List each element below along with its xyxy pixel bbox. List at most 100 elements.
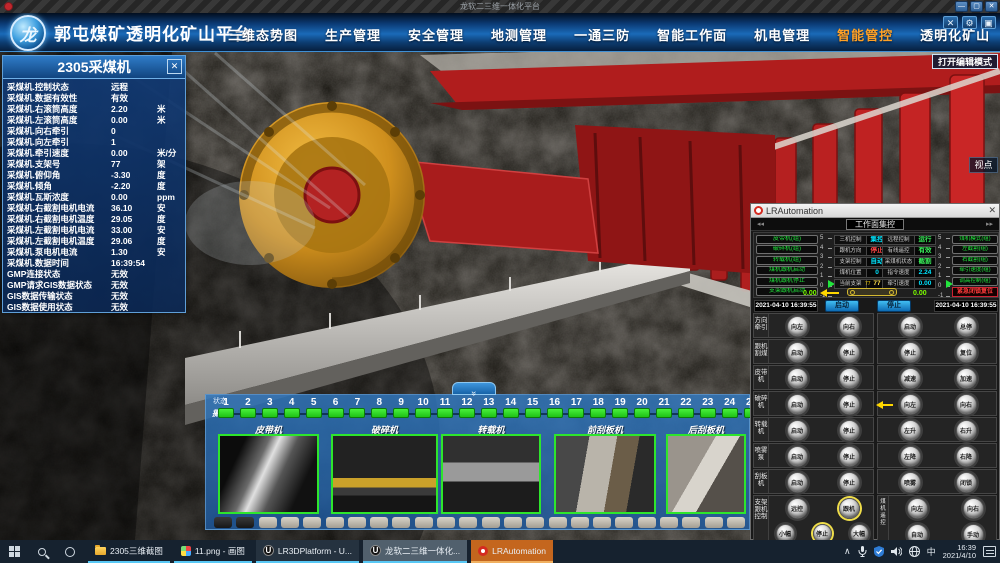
filmstrip-frame[interactable] xyxy=(415,517,433,528)
camera-thumbnail-3[interactable] xyxy=(441,434,541,514)
microphone-icon[interactable] xyxy=(858,546,867,557)
nav-item-一通三防[interactable]: 一通三防 xyxy=(574,25,630,44)
tray-clock[interactable]: 16:39 2021/4/10 xyxy=(943,544,976,560)
control-button-向右[interactable]: 向右 xyxy=(839,316,860,337)
maximize-button[interactable]: ▢ xyxy=(970,1,983,12)
camera-thumbnail-5[interactable] xyxy=(666,434,746,514)
nav-item-地测管理[interactable]: 地测管理 xyxy=(491,25,547,44)
control-button-启动[interactable]: 启动 xyxy=(787,394,808,415)
taskbar-app-LRAutomation[interactable]: LRAutomation xyxy=(471,540,553,563)
filmstrip-frame[interactable] xyxy=(236,517,254,528)
tab-scroll-right-icon[interactable]: ▸▸ xyxy=(986,220,993,228)
sequence-button[interactable]: 转载机(组) xyxy=(756,256,818,265)
filmstrip-frame[interactable] xyxy=(437,517,455,528)
control-button-减速[interactable]: 减速 xyxy=(900,368,921,389)
sequence-button[interactable]: 皮带机(组) xyxy=(756,235,818,244)
control-button-启动[interactable]: 启动 xyxy=(787,368,808,389)
camera-thumbnail-1[interactable] xyxy=(218,434,319,514)
filmstrip-frame[interactable] xyxy=(727,517,745,528)
filmstrip-frame[interactable] xyxy=(682,517,700,528)
control-button-左升[interactable]: 左升 xyxy=(900,420,921,441)
control-button-加速[interactable]: 加速 xyxy=(956,368,977,389)
filmstrip-frame[interactable] xyxy=(348,517,366,528)
search-button[interactable] xyxy=(28,540,56,563)
camera-thumbnail-2[interactable] xyxy=(331,434,438,514)
preset-button[interactable]: 右截割(组) xyxy=(952,256,998,265)
control-button-启动[interactable]: 启动 xyxy=(787,342,808,363)
control-button-停止[interactable]: 停止 xyxy=(839,342,860,363)
nav-item-三维态势图[interactable]: 三维态势图 xyxy=(228,25,298,44)
preset-button[interactable]: 调高控制(组) xyxy=(952,277,998,286)
taskbar-app-2305三维截图[interactable]: 2305三维截图 xyxy=(88,540,170,563)
nav-item-智能工作面[interactable]: 智能工作面 xyxy=(657,25,727,44)
preset-button[interactable]: 牵引速度(组) xyxy=(952,266,998,275)
filmstrip-frame[interactable] xyxy=(459,517,477,528)
control-button-向右[interactable]: 向右 xyxy=(963,498,984,519)
control-button-向左[interactable]: 向左 xyxy=(900,394,921,415)
stop-button[interactable]: 停止 xyxy=(877,300,911,312)
settings-gear-icon[interactable]: ⚙ xyxy=(962,16,977,29)
start-button[interactable]: 启动 xyxy=(825,300,859,312)
security-shield-icon[interactable] xyxy=(874,546,884,557)
filmstrip-frame[interactable] xyxy=(526,517,544,528)
viewpoint-label[interactable]: 视点 xyxy=(969,157,998,173)
control-button-启动[interactable]: 启动 xyxy=(787,446,808,467)
notification-center-icon[interactable] xyxy=(983,546,996,557)
control-button-复位[interactable]: 复位 xyxy=(956,342,977,363)
close-button[interactable]: ✕ xyxy=(985,1,998,12)
filmstrip-frame[interactable] xyxy=(370,517,388,528)
lr-close-icon[interactable]: ✕ xyxy=(988,205,996,216)
camera-thumbnail-4[interactable] xyxy=(554,434,656,514)
filmstrip-frame[interactable] xyxy=(392,517,410,528)
control-button-停止[interactable]: 停止 xyxy=(839,420,860,441)
tray-chevron-icon[interactable]: ∧ xyxy=(844,546,851,557)
sequence-button[interactable]: 煤机跟机停止 xyxy=(756,277,818,286)
control-button-启动[interactable]: 启动 xyxy=(787,420,808,441)
cortana-button[interactable] xyxy=(56,540,84,563)
control-button-跟机[interactable]: 跟机 xyxy=(839,498,860,519)
sequence-button[interactable]: 破碎机(组) xyxy=(756,245,818,254)
filmstrip-frame[interactable] xyxy=(660,517,678,528)
filmstrip-frame[interactable] xyxy=(615,517,633,528)
control-button-向左[interactable]: 向左 xyxy=(787,316,808,337)
filmstrip-frame[interactable] xyxy=(705,517,723,528)
lr-titlebar[interactable]: LRAutomation ✕ xyxy=(751,204,999,218)
control-button-停止[interactable]: 停止 xyxy=(839,472,860,493)
tools-icon[interactable]: ✕ xyxy=(943,16,958,29)
filmstrip-frame[interactable] xyxy=(482,517,500,528)
filmstrip-frame[interactable] xyxy=(571,517,589,528)
filmstrip-frame[interactable] xyxy=(504,517,522,528)
filmstrip-frame[interactable] xyxy=(549,517,567,528)
control-button-远控[interactable]: 远控 xyxy=(787,498,808,519)
control-button-向右[interactable]: 向右 xyxy=(956,394,977,415)
filmstrip-frame[interactable] xyxy=(214,517,232,528)
nav-item-智能管控[interactable]: 智能管控 xyxy=(837,25,893,44)
filmstrip-frame[interactable] xyxy=(303,517,321,528)
control-button-向左[interactable]: 向左 xyxy=(907,498,928,519)
control-button-总停[interactable]: 总停 xyxy=(956,316,977,337)
control-button-停止[interactable]: 停止 xyxy=(839,394,860,415)
lr-tab-workface-control[interactable]: 工作面集控 xyxy=(846,219,904,230)
control-button-启动[interactable]: 启动 xyxy=(787,472,808,493)
nav-item-机电管理[interactable]: 机电管理 xyxy=(754,25,810,44)
minimize-button[interactable]: — xyxy=(955,1,968,12)
sequence-button[interactable]: 煤机跟机启动 xyxy=(756,266,818,275)
start-button[interactable] xyxy=(0,540,28,563)
taskbar-app-11.png - 画图[interactable]: 11.png - 画图 xyxy=(174,540,252,563)
control-button-右降[interactable]: 右降 xyxy=(956,446,977,467)
preset-button[interactable]: 左截割(组) xyxy=(952,245,998,254)
filmstrip-frame[interactable] xyxy=(259,517,277,528)
filmstrip-frame[interactable] xyxy=(326,517,344,528)
control-button-停止[interactable]: 停止 xyxy=(839,446,860,467)
control-button-喷雾[interactable]: 喷雾 xyxy=(900,472,921,493)
preset-button[interactable]: 煤机模式(组) xyxy=(952,235,998,244)
control-button-停止[interactable]: 停止 xyxy=(839,368,860,389)
filmstrip-frame[interactable] xyxy=(281,517,299,528)
speaker-icon[interactable] xyxy=(891,546,902,557)
control-button-左降[interactable]: 左降 xyxy=(900,446,921,467)
control-button-闭锁[interactable]: 闭锁 xyxy=(956,472,977,493)
camera-panel-collapse-button[interactable]: « xyxy=(452,382,496,395)
panel-close-icon[interactable]: ✕ xyxy=(167,59,182,74)
nav-item-安全管理[interactable]: 安全管理 xyxy=(408,25,464,44)
fullscreen-icon[interactable]: ▣ xyxy=(981,16,996,29)
